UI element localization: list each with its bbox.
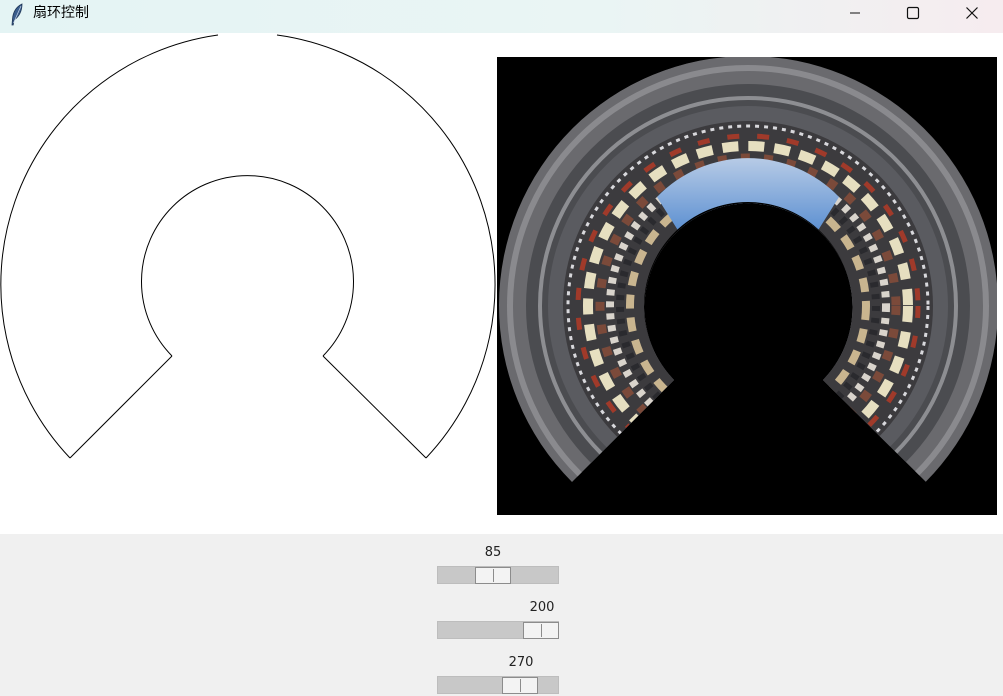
feather-icon [11,3,23,26]
app-window: 扇环控制 85 200 270 [0,0,1003,696]
annular-sector-outline [0,34,496,459]
scale-2-slider[interactable] [523,622,559,639]
scale-3-trough[interactable] [437,676,559,694]
scale-3-slider[interactable] [502,677,538,694]
maximize-button[interactable] [884,0,942,26]
controls-panel: 85 200 270 [0,534,1003,696]
scale-3-value: 270 [508,655,534,670]
maximize-icon [906,6,920,20]
scale-2-value: 200 [529,600,555,615]
window-title: 扇环控制 [33,5,89,21]
title-bar[interactable]: 扇环控制 [0,0,1003,33]
minimize-button[interactable] [826,0,884,26]
canvas-area [0,33,1003,534]
close-button[interactable] [943,0,1001,26]
scale-1-slider[interactable] [475,567,511,584]
close-icon [966,7,978,19]
minimize-icon [850,12,860,14]
annular-sector-panorama [499,56,998,482]
sector-outline-canvas[interactable] [0,33,497,534]
scale-1-value: 85 [484,545,502,560]
panorama-canvas[interactable] [497,56,998,515]
